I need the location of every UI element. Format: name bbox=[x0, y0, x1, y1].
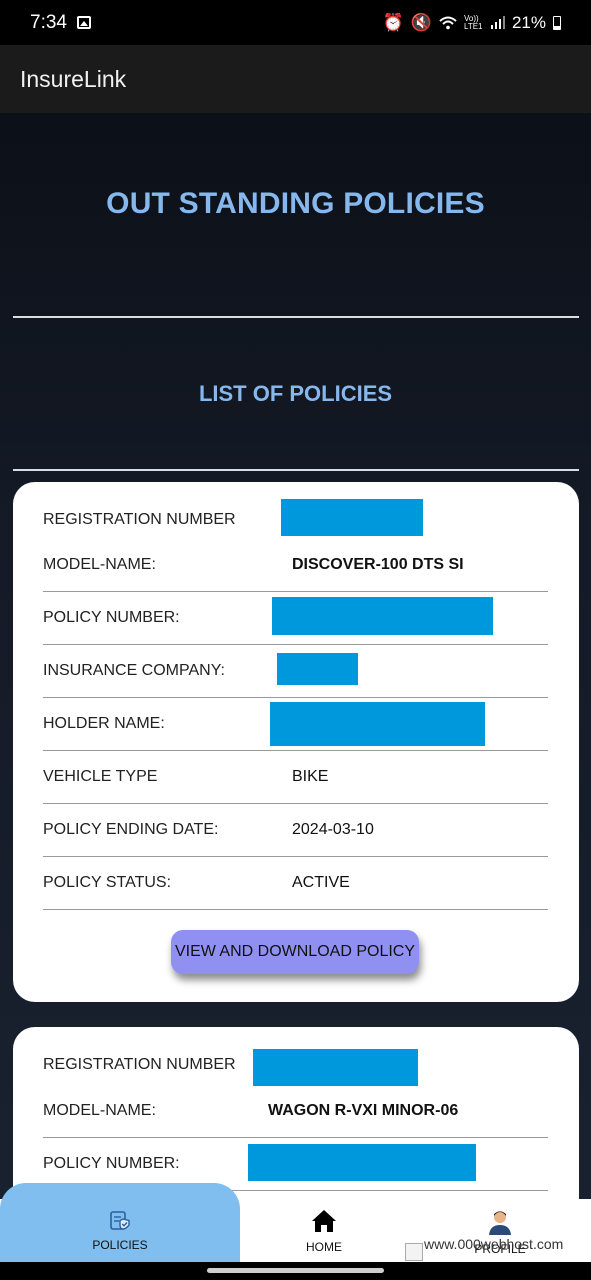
battery-percent: 21% bbox=[511, 12, 546, 32]
view-download-policy-button[interactable]: VIEW AND DOWNLOAD POLICY bbox=[171, 930, 419, 974]
mute-icon: 🔇 bbox=[410, 12, 432, 32]
model-label: MODEL-NAME: bbox=[43, 1102, 156, 1119]
home-gesture-handle[interactable] bbox=[207, 1268, 384, 1273]
nav-label-home: HOME bbox=[306, 1240, 342, 1254]
profile-avatar-icon bbox=[489, 1211, 511, 1235]
status-row: POLICY STATUS: ACTIVE bbox=[43, 857, 548, 910]
app-bar: InsureLink bbox=[0, 45, 591, 113]
company-label: INSURANCE COMPANY: bbox=[43, 662, 225, 679]
model-value: WAGON R-VXI MINOR-06 bbox=[268, 1102, 459, 1119]
divider bbox=[13, 469, 579, 471]
status-value: ACTIVE bbox=[292, 874, 350, 891]
status-bar: 7:34 ⏰ 🔇 Vo)) LTE1 21% bbox=[0, 0, 591, 45]
model-label: MODEL-NAME: bbox=[43, 556, 156, 573]
end-date-value: 2024-03-10 bbox=[292, 821, 374, 838]
wifi-icon bbox=[439, 16, 457, 29]
model-row: MODEL-NAME: WAGON R-VXI MINOR-06 bbox=[43, 1085, 548, 1138]
redacted-registration-value bbox=[281, 499, 423, 536]
lte-icon: Vo)) LTE1 bbox=[463, 13, 483, 31]
redacted-policy-number-value bbox=[248, 1144, 476, 1181]
redacted-policy-number-value bbox=[272, 597, 493, 635]
status-time: 7:34 bbox=[30, 11, 67, 33]
app-title: InsureLink bbox=[20, 65, 127, 92]
holder-label: HOLDER NAME: bbox=[43, 715, 165, 732]
broken-image-icon bbox=[405, 1243, 423, 1261]
divider bbox=[13, 316, 579, 318]
vehicle-type-value: BIKE bbox=[292, 768, 329, 785]
home-icon bbox=[312, 1210, 336, 1232]
policy-number-label: POLICY NUMBER: bbox=[43, 1155, 180, 1172]
policy-shield-icon bbox=[110, 1211, 130, 1230]
main-content[interactable]: OUT STANDING POLICIES LIST OF POLICIES R… bbox=[0, 113, 591, 1280]
end-date-label: POLICY ENDING DATE: bbox=[43, 821, 219, 838]
vehicle-type-label: VEHICLE TYPE bbox=[43, 768, 158, 785]
redacted-holder-value bbox=[270, 702, 485, 746]
page-title: OUT STANDING POLICIES bbox=[106, 187, 485, 220]
end-date-row: POLICY ENDING DATE: 2024-03-10 bbox=[43, 804, 548, 857]
ad-banner-url[interactable]: www.000webhost.com bbox=[424, 1236, 563, 1252]
gallery-notification-icon bbox=[76, 16, 91, 29]
redacted-company-value bbox=[277, 653, 358, 685]
signal-icon bbox=[490, 16, 505, 29]
policy-number-label: POLICY NUMBER: bbox=[43, 609, 180, 626]
nav-label-policies: POLICIES bbox=[92, 1238, 148, 1252]
model-row: MODEL-NAME: DISCOVER-100 DTS SI bbox=[43, 539, 548, 592]
registration-label: REGISTRATION NUMBER bbox=[43, 1055, 236, 1073]
battery-icon bbox=[553, 15, 561, 30]
model-value: DISCOVER-100 DTS SI bbox=[292, 556, 464, 573]
registration-label: REGISTRATION NUMBER bbox=[43, 510, 236, 528]
nav-item-home[interactable]: HOME bbox=[264, 1208, 384, 1254]
alarm-icon: ⏰ bbox=[382, 12, 404, 32]
policy-card: REGISTRATION NUMBER MODEL-NAME: DISCOVER… bbox=[13, 482, 579, 1002]
nav-item-policies[interactable]: POLICIES bbox=[60, 1208, 180, 1252]
vehicle-type-row: VEHICLE TYPE BIKE bbox=[43, 751, 548, 804]
status-label: POLICY STATUS: bbox=[43, 874, 172, 891]
redacted-registration-value bbox=[253, 1049, 418, 1086]
list-title: LIST OF POLICIES bbox=[198, 381, 393, 406]
